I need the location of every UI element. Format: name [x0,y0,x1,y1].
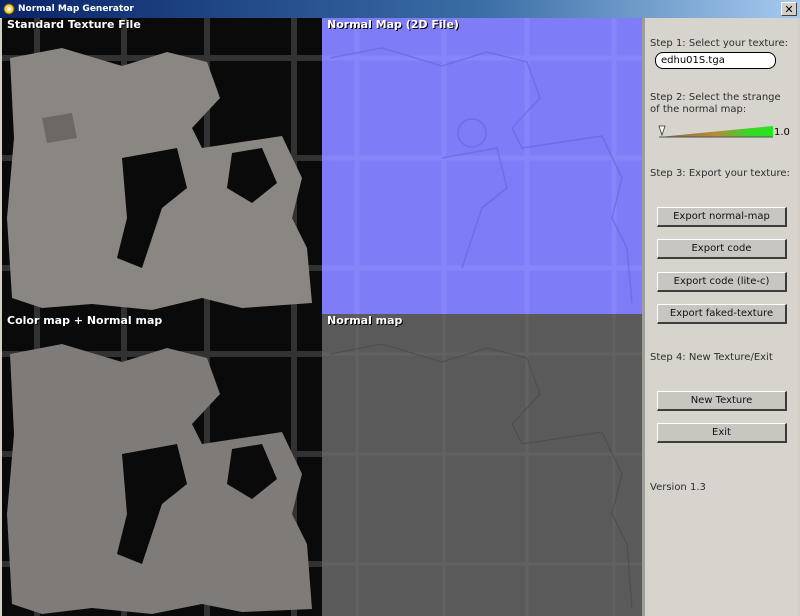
normal-map-2d-panel: Normal Map (2D File) [322,18,642,314]
strength-value: 1.0 [774,127,790,138]
standard-texture-panel: Standard Texture File [2,18,322,314]
step3-label: Step 3: Export your texture: [650,168,790,179]
control-panel: Step 1: Select your texture: Step 2: Sel… [642,18,798,616]
panel-label-normal-map-2d: Normal Map (2D File) [327,18,459,31]
panel-label-normal-map: Normal map [327,314,403,327]
new-texture-button[interactable]: New Texture [657,391,787,411]
strength-slider[interactable] [655,122,773,140]
panel-label-standard-texture: Standard Texture File [7,18,141,31]
export-normal-map-button[interactable]: Export normal-map [657,207,787,227]
normal-map-grey-image [322,314,642,616]
exit-button[interactable]: Exit [657,423,787,443]
slider-handle-icon[interactable] [658,125,666,137]
close-icon: ✕ [784,3,794,16]
normal-map-panel: Normal map [322,314,642,616]
color-normal-map-panel: Color map + Normal map [2,314,322,616]
version-label: Version 1.3 [650,482,706,493]
step1-label: Step 1: Select your texture: [650,38,789,49]
step2-label: Step 2: Select the strange of the normal… [650,92,781,115]
texture-image [2,18,322,314]
window-title: Normal Map Generator [18,4,134,14]
title-bar[interactable]: Normal Map Generator ✕ [0,0,800,18]
step4-label: Step 4: New Texture/Exit [650,352,773,363]
slider-track [659,126,773,137]
normal-map-image [322,18,642,314]
combined-texture-image [2,314,322,616]
panel-label-color-normal-map: Color map + Normal map [7,314,163,327]
export-code-button[interactable]: Export code [657,239,787,259]
close-button[interactable]: ✕ [781,2,797,16]
export-code-lite-button[interactable]: Export code (lite-c) [657,272,787,292]
app-icon [3,3,15,15]
texture-file-input[interactable] [655,52,776,69]
export-faked-texture-button[interactable]: Export faked-texture [657,304,787,324]
